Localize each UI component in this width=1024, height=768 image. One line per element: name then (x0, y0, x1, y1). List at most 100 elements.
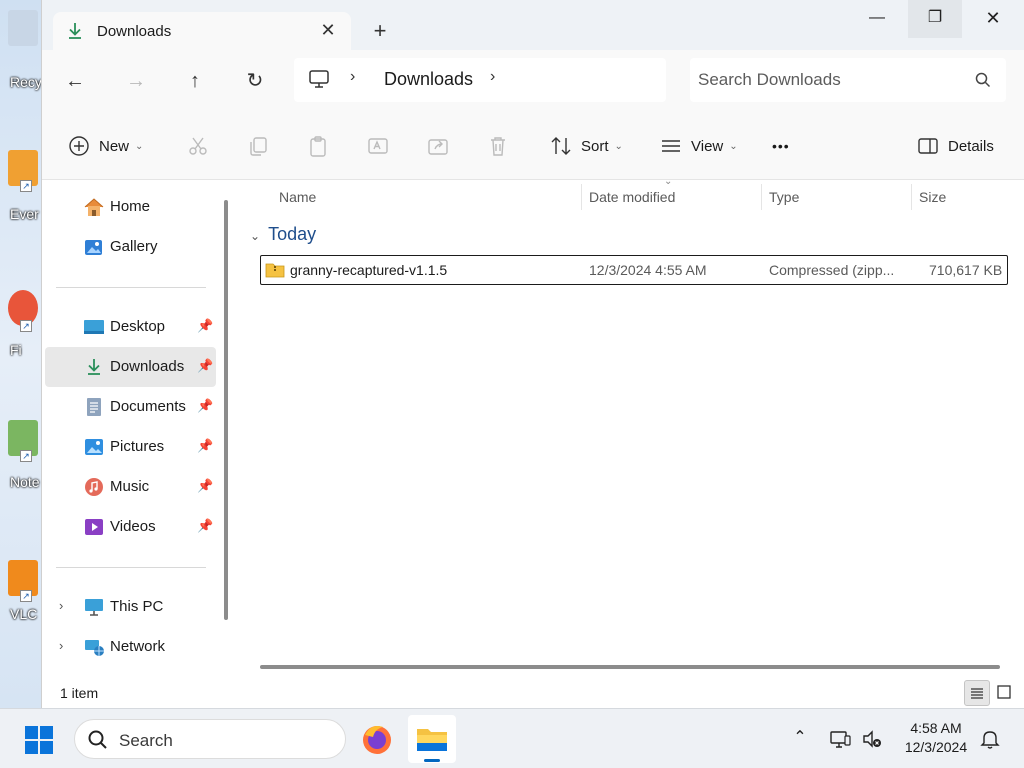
close-button[interactable]: ✕ (966, 0, 1020, 38)
file-date-modified: 12/3/2024 4:55 AM (589, 262, 707, 278)
volume-muted-icon[interactable] (860, 727, 884, 751)
clock-date: 12/3/2024 (904, 739, 968, 755)
column-divider[interactable] (911, 184, 912, 210)
trash-icon (486, 134, 510, 158)
paste-button[interactable] (306, 132, 330, 160)
nav-item-videos[interactable]: Videos 📌 (45, 507, 216, 547)
nav-label: Pictures (110, 438, 165, 455)
network-status-icon[interactable] (828, 727, 852, 751)
desktop-icon-evernote[interactable]: ↗ Ever (0, 150, 42, 222)
nav-label: Network (110, 638, 166, 655)
cut-button[interactable] (186, 132, 210, 160)
notification-bell-icon[interactable] (978, 727, 1002, 751)
this-pc-icon (308, 69, 330, 89)
more-options-button[interactable]: ••• (772, 132, 790, 160)
column-header-size[interactable]: Size (919, 180, 946, 216)
nav-scrollbar[interactable] (224, 200, 228, 620)
nav-item-music[interactable]: Music 📌 (45, 467, 216, 507)
nav-item-network[interactable]: › Network (45, 627, 216, 667)
pin-icon[interactable]: 📌 (197, 478, 213, 494)
new-label: New (99, 137, 130, 155)
videos-icon (83, 517, 105, 537)
maximize-button[interactable]: ❐ (908, 0, 962, 38)
tab-close-button[interactable]: ✕ (318, 20, 338, 40)
windows-logo-icon (25, 726, 53, 754)
start-button[interactable] (24, 725, 54, 755)
pin-icon[interactable]: 📌 (197, 438, 213, 454)
tray-overflow-chevron-icon[interactable]: ⌃ (788, 727, 812, 751)
nav-label: Gallery (110, 238, 158, 255)
details-view-button[interactable] (964, 680, 990, 706)
view-button[interactable]: View ⌄ (659, 132, 738, 160)
breadcrumb-chevron-icon[interactable]: › (350, 68, 355, 86)
pin-icon[interactable]: 📌 (197, 518, 213, 534)
file-type: Compressed (zipp... (769, 262, 895, 278)
pin-icon[interactable]: 📌 (197, 358, 213, 374)
group-header-today[interactable]: ⌄ Today (250, 224, 316, 245)
back-button[interactable]: ← (60, 66, 90, 96)
pin-icon[interactable]: 📌 (197, 398, 213, 414)
sort-icon (549, 134, 573, 158)
desktop-icon-firefox[interactable]: ↗ Fi (0, 290, 42, 360)
nav-item-downloads[interactable]: Downloads 📌 (45, 347, 216, 387)
nav-item-documents[interactable]: Documents 📌 (45, 387, 216, 427)
file-size: 710,617 KB (929, 262, 1003, 278)
breadcrumb-downloads[interactable]: Downloads (384, 69, 473, 90)
column-header-name[interactable]: Name (279, 180, 316, 216)
file-row[interactable]: granny-recaptured-v1.1.5 12/3/2024 4:55 … (260, 255, 1008, 285)
delete-button[interactable] (486, 132, 510, 160)
new-tab-button[interactable]: + (367, 20, 393, 46)
view-label: View (691, 137, 724, 155)
pin-icon[interactable]: 📌 (197, 318, 213, 334)
new-button[interactable]: New ⌄ (67, 132, 143, 160)
column-divider[interactable] (581, 184, 582, 210)
view-list-icon (659, 134, 683, 158)
column-divider[interactable] (761, 184, 762, 210)
nav-item-desktop[interactable]: Desktop 📌 (45, 307, 216, 347)
column-header-date-modified[interactable]: Date modified (589, 180, 675, 216)
taskbar-search-label: Search (119, 731, 173, 750)
file-explorer-window: Downloads ✕ + — ❐ ✕ ← → ↑ ↻ › Downloads … (41, 0, 1024, 708)
rename-button[interactable] (366, 132, 390, 160)
desktop-icon-notepad[interactable]: ↗ Note (0, 420, 42, 490)
nav-label: Videos (110, 518, 156, 535)
copy-button[interactable] (246, 132, 270, 160)
nav-item-gallery[interactable]: Gallery (45, 227, 216, 267)
address-bar[interactable]: › Downloads › (294, 58, 666, 102)
recycle-bin-icon (8, 10, 38, 46)
refresh-button[interactable]: ↻ (240, 66, 270, 96)
sort-button[interactable]: Sort ⌄ (549, 132, 623, 160)
taskbar-search[interactable]: Search (74, 719, 346, 759)
chevron-right-icon[interactable]: › (59, 598, 63, 613)
tab-downloads[interactable]: Downloads ✕ (53, 12, 351, 52)
desktop-icon-vlc[interactable]: ↗ VLC (0, 560, 42, 630)
details-label: Details (948, 137, 994, 155)
plus-circle-icon (67, 134, 91, 158)
shortcut-arrow-icon: ↗ (20, 180, 32, 192)
chevron-right-icon[interactable]: › (59, 638, 63, 653)
search-box[interactable] (690, 58, 1006, 102)
download-icon (65, 21, 85, 41)
pictures-icon (83, 437, 105, 457)
minimize-button[interactable]: — (850, 0, 904, 38)
details-pane-button[interactable]: Details (916, 132, 994, 160)
nav-item-home[interactable]: Home (45, 187, 216, 227)
up-button[interactable]: ↑ (180, 66, 210, 96)
breadcrumb-chevron-icon[interactable]: › (490, 68, 495, 86)
system-clock[interactable]: 4:58 AM 12/3/2024 (896, 719, 976, 757)
shortcut-arrow-icon: ↗ (20, 450, 32, 462)
column-header-type[interactable]: Type (769, 180, 799, 216)
search-input[interactable] (698, 68, 958, 92)
nav-item-this-pc[interactable]: › This PC (45, 587, 216, 627)
rename-icon (366, 134, 390, 158)
nav-label: Music (110, 478, 150, 495)
desktop-icon-recycle-bin[interactable]: Recy (0, 10, 42, 90)
taskbar-app-file-explorer[interactable] (408, 715, 456, 763)
share-button[interactable] (426, 132, 450, 160)
forward-button[interactable]: → (121, 66, 151, 96)
nav-item-pictures[interactable]: Pictures 📌 (45, 427, 216, 467)
details-view-icon (971, 688, 983, 699)
taskbar-app-firefox[interactable] (353, 715, 401, 763)
horizontal-scrollbar[interactable] (260, 665, 1000, 669)
tiles-view-button[interactable] (992, 680, 1018, 706)
